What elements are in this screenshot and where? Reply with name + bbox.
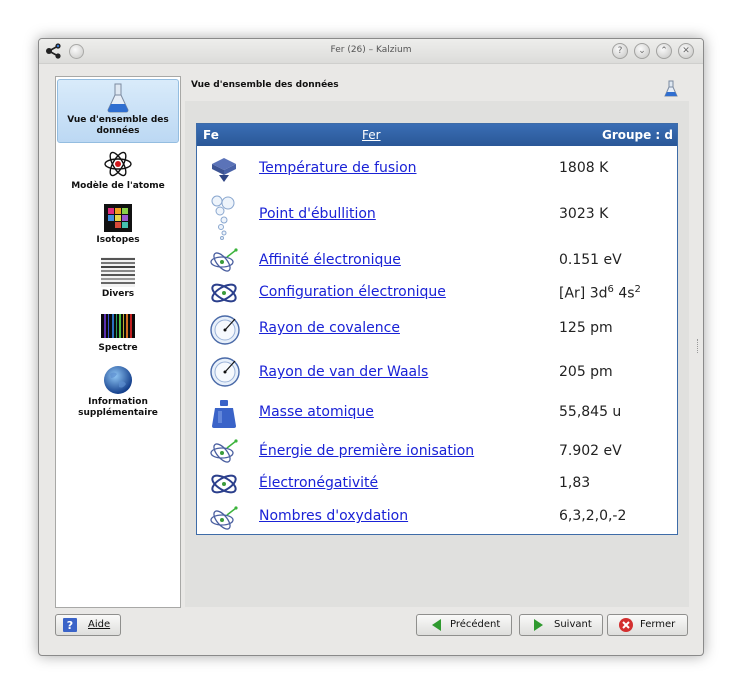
help-button[interactable]: ? Aide xyxy=(55,614,121,636)
oxidation-states-link[interactable]: Nombres d'oxydation xyxy=(259,508,408,524)
table-row: Point d'ébullition 3023 K xyxy=(197,190,677,244)
help-question-icon[interactable]: ? xyxy=(612,43,628,59)
covalent-radius-value: 125 pm xyxy=(559,320,613,336)
spectrum-icon xyxy=(101,314,135,338)
electron-affinity-value: 0.151 eV xyxy=(559,252,622,268)
sidebar-item-atom-model[interactable]: Modèle de l'atome xyxy=(57,149,179,192)
electron-affinity-link[interactable]: Affinité électronique xyxy=(259,252,401,268)
title-bar[interactable]: Fer (26) – Kalzium ? ⌄ ⌃ ✕ xyxy=(39,39,703,64)
atomic-mass-value: 55,845 u xyxy=(559,404,622,420)
table-row: Masse atomique 55,845 u xyxy=(197,394,677,434)
sidebar-item-label: Information supplémentaire xyxy=(78,397,158,418)
atom-arrow-icon xyxy=(210,506,238,530)
sidebar-item-label: Isotopes xyxy=(96,235,140,245)
globe-icon xyxy=(104,366,132,394)
help-book-icon: ? xyxy=(63,618,77,632)
atomic-mass-link[interactable]: Masse atomique xyxy=(259,404,374,420)
window-title: Fer (26) – Kalzium xyxy=(330,45,412,55)
table-row: Température de fusion 1808 K xyxy=(197,150,677,190)
flask-icon xyxy=(664,80,678,97)
sidebar-item-label: Spectre xyxy=(98,343,138,353)
previous-button-label: Précédent xyxy=(450,619,501,630)
close-button[interactable]: Fermer xyxy=(607,614,688,636)
element-data-table: Fe Fer Groupe : d Température de fusion … xyxy=(196,123,678,535)
kalzium-dialog-window: Fer (26) – Kalzium ? ⌄ ⌃ ✕ Vue d'ensembl… xyxy=(38,38,704,656)
arrow-right-icon xyxy=(534,619,543,631)
close-icon[interactable]: ✕ xyxy=(678,43,694,59)
minimize-icon[interactable]: ⌄ xyxy=(634,43,650,59)
radius-icon xyxy=(210,357,240,387)
maximize-icon[interactable]: ⌃ xyxy=(656,43,672,59)
van-der-waals-radius-value: 205 pm xyxy=(559,364,613,380)
table-row: Nombres d'oxydation 6,3,2,0,-2 xyxy=(197,500,677,534)
stripes-icon xyxy=(101,257,135,287)
first-ionization-energy-link[interactable]: Énergie de première ionisation xyxy=(259,443,474,459)
covalent-radius-link[interactable]: Rayon de covalence xyxy=(259,320,400,336)
first-ionization-energy-value: 7.902 eV xyxy=(559,443,622,459)
table-row: Énergie de première ionisation 7.902 eV xyxy=(197,434,677,468)
sidebar-item-misc[interactable]: Divers xyxy=(57,257,179,300)
flask-icon xyxy=(107,83,129,113)
page-title: Vue d'ensemble des données xyxy=(191,80,339,90)
electron-configuration-link[interactable]: Configuration électronique xyxy=(259,284,446,300)
isotopes-grid-icon xyxy=(104,204,132,232)
table-header: Fe Fer Groupe : d xyxy=(197,124,677,146)
table-row: Électronégativité 1,83 xyxy=(197,468,677,500)
previous-button[interactable]: Précédent xyxy=(416,614,512,636)
element-group: Groupe : d xyxy=(601,128,673,142)
table-row: Configuration électronique [Ar] 3d6 4s2 xyxy=(197,276,677,310)
svg-text:?: ? xyxy=(67,619,73,632)
atom-arrow-icon xyxy=(210,248,238,272)
bubbles-icon xyxy=(211,195,235,240)
melting-point-value: 1808 K xyxy=(559,160,609,176)
atom-arrow-icon xyxy=(210,439,238,463)
table-row: Affinité électronique 0.151 eV xyxy=(197,244,677,276)
sidebar-item-label: Vue d'ensemble des données xyxy=(67,115,169,136)
element-name-link[interactable]: Fer xyxy=(362,128,381,142)
close-button-label: Fermer xyxy=(640,619,676,630)
next-button-label: Suivant xyxy=(554,619,592,630)
boiling-point-link[interactable]: Point d'ébullition xyxy=(259,206,376,222)
sidebar-item-spectrum[interactable]: Spectre xyxy=(57,311,179,354)
melting-point-link[interactable]: Température de fusion xyxy=(259,160,417,176)
sidebar: Vue d'ensemble des données Modèle de l'a… xyxy=(55,76,181,608)
oxidation-states-value: 6,3,2,0,-2 xyxy=(559,508,627,524)
sidebar-item-overview[interactable]: Vue d'ensemble des données xyxy=(57,79,179,143)
van-der-waals-radius-link[interactable]: Rayon de van der Waals xyxy=(259,364,428,380)
electron-configuration-value: [Ar] 3d6 4s2 xyxy=(559,284,641,302)
next-button[interactable]: Suivant xyxy=(519,614,603,636)
sidebar-item-extra-info[interactable]: Information supplémentaire xyxy=(57,365,179,419)
table-row: Rayon de covalence 125 pm xyxy=(197,310,677,350)
electronegativity-link[interactable]: Électronégativité xyxy=(259,475,378,491)
radius-icon xyxy=(210,315,240,345)
melting-icon xyxy=(212,158,236,182)
splitter-handle[interactable] xyxy=(697,339,701,353)
boiling-point-value: 3023 K xyxy=(559,206,609,222)
help-button-label: Aide xyxy=(88,619,111,630)
electronegativity-value: 1,83 xyxy=(559,475,591,491)
atom-icon xyxy=(104,151,132,177)
table-row: Rayon de van der Waals 205 pm xyxy=(197,350,677,394)
arrow-left-icon xyxy=(432,619,441,631)
sidebar-item-isotopes[interactable]: Isotopes xyxy=(57,203,179,246)
sidebar-item-label: Modèle de l'atome xyxy=(71,181,165,191)
sidebar-item-label: Divers xyxy=(101,289,135,299)
element-symbol: Fe xyxy=(203,128,219,142)
orbital-icon xyxy=(211,474,237,494)
close-circle-icon xyxy=(619,618,633,632)
weight-icon xyxy=(212,400,236,428)
orbital-icon xyxy=(211,283,237,303)
